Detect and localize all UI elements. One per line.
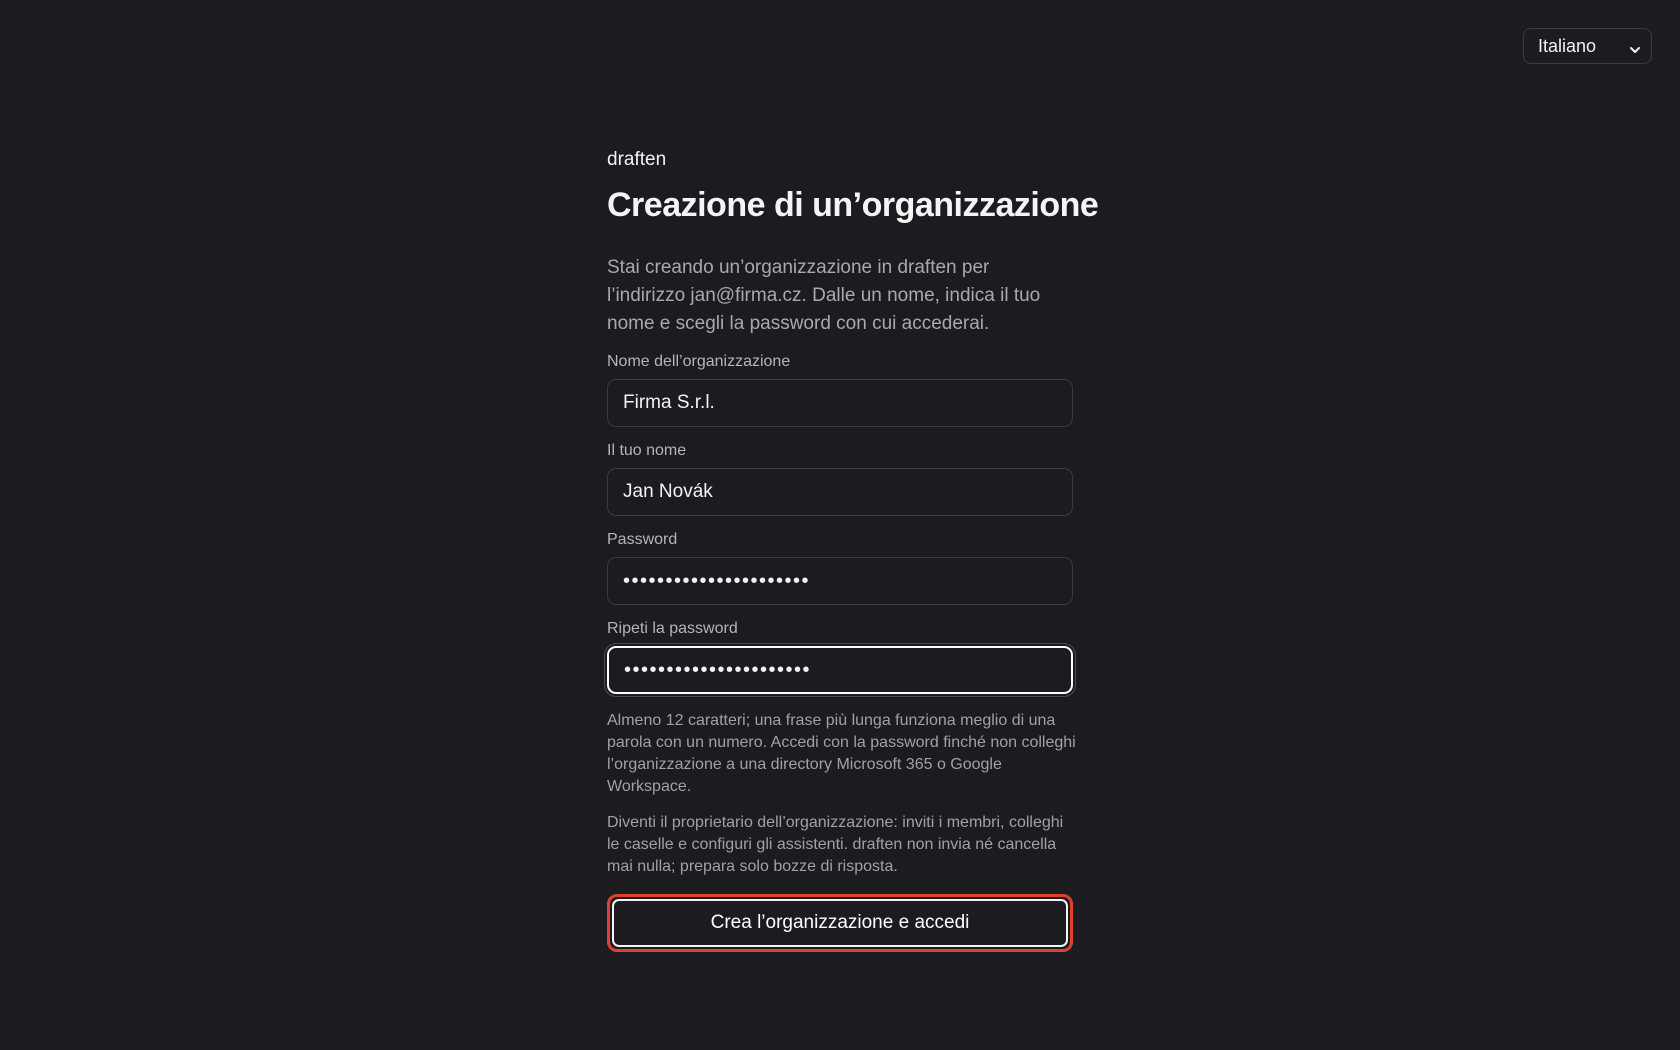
language-select[interactable]: Italiano (1523, 28, 1652, 64)
your-name-field-group: Il tuo nome Jan Novák (607, 441, 1073, 516)
your-name-input[interactable]: Jan Novák (607, 468, 1073, 516)
repeat-password-input[interactable]: •••••••••••••••••••••• (604, 643, 1076, 697)
create-organization-button[interactable]: Crea l’organizzazione e accedi (607, 894, 1073, 952)
password-hint: Almeno 12 caratteri; una frase più lunga… (607, 712, 1076, 795)
your-name-value: Jan Novák (623, 481, 713, 502)
brand-name: draften (607, 149, 667, 170)
your-name-label: Il tuo nome (607, 442, 687, 459)
create-organization-button-label: Crea l’organizzazione e accedi (710, 912, 970, 933)
org-name-label: Nome dell’organizzazione (607, 353, 791, 370)
create-organization-form: draften Creazione di un’organizzazione S… (604, 148, 1099, 952)
org-name-value: Firma S.r.l. (623, 392, 715, 413)
org-name-input[interactable]: Firma S.r.l. (607, 379, 1073, 427)
language-select-value: Italiano (1538, 35, 1597, 56)
owner-info: Diventi il proprietario dell’organizzazi… (607, 814, 1064, 875)
password-field-group: Password •••••••••••••••••••••• (607, 530, 1073, 605)
password-label: Password (607, 531, 678, 548)
intro-text: Stai creando un’organizzazione in drafte… (607, 257, 1041, 334)
page-title: Creazione di un’organizzazione (607, 186, 1099, 224)
repeat-password-field-group: Ripeti la password •••••••••••••••••••••… (604, 619, 1076, 697)
password-value: •••••••••••••••••••••• (623, 569, 811, 592)
org-name-field-group: Nome dell’organizzazione Firma S.r.l. (607, 352, 1073, 427)
password-input[interactable]: •••••••••••••••••••••• (607, 557, 1073, 605)
repeat-password-label: Ripeti la password (607, 620, 738, 637)
repeat-password-value: •••••••••••••••••••••• (624, 658, 812, 681)
chevron-down-icon (1629, 40, 1641, 53)
